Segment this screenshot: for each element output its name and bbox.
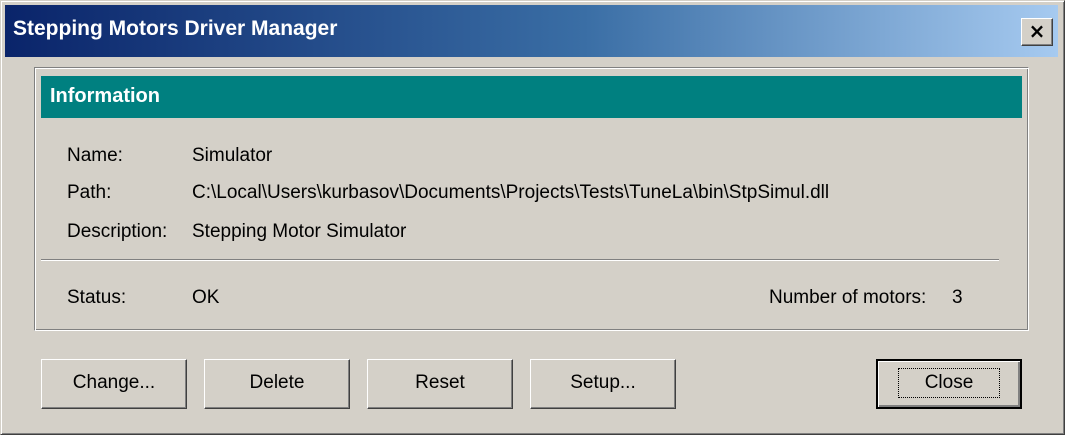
name-label: Name: [67,145,123,166]
information-header-label: Information [50,85,160,107]
reset-button[interactable]: Reset [367,359,513,409]
path-value: C:\Local\Users\kurbasov\Documents\Projec… [192,182,830,203]
delete-button[interactable]: Delete [204,359,350,409]
close-button-label: Close [897,368,1001,398]
close-button[interactable]: Close [876,359,1022,409]
name-value: Simulator [192,145,273,166]
setup-button[interactable]: Setup... [530,359,676,409]
dialog-window: Stepping Motors Driver Manager × Informa… [0,0,1065,435]
change-button[interactable]: Change... [41,359,187,409]
information-header: Information [41,76,1022,118]
status-label: Status: [67,287,127,308]
window-title: Stepping Motors Driver Manager [13,17,338,40]
motors-count-label: Number of motors: [769,287,927,308]
path-label: Path: [67,182,112,203]
close-icon[interactable]: × [1021,18,1053,46]
description-label: Description: [67,221,168,242]
title-bar[interactable]: Stepping Motors Driver Manager × [5,5,1058,57]
motors-count-value: 3 [952,287,963,308]
description-value: Stepping Motor Simulator [192,221,407,242]
status-value: OK [192,287,220,308]
separator [41,259,999,261]
